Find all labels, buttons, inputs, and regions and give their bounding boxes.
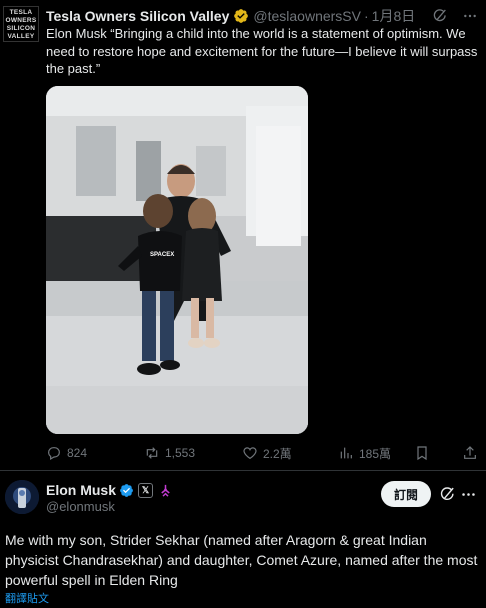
more-icon[interactable]	[460, 486, 477, 503]
bookmark-icon	[417, 446, 427, 461]
engagement-bar: 824 1,553 2.2萬 185萬	[46, 442, 478, 464]
grok-icon[interactable]	[432, 8, 448, 24]
avatar-image	[5, 480, 39, 514]
subscribe-button[interactable]: 訂閱	[381, 481, 431, 507]
author-handle[interactable]: @teslaownersSV	[253, 8, 361, 24]
verified-gold-icon	[234, 9, 249, 23]
like-count: 2.2萬	[263, 446, 292, 461]
post-photo[interactable]: SPACEX	[46, 86, 308, 434]
quoted-header: Tesla Owners Silicon Valley @teslaowners…	[46, 6, 415, 26]
share-icon	[464, 446, 476, 459]
divider	[0, 470, 486, 471]
separator-dot: ·	[363, 8, 369, 24]
grok-icon[interactable]	[439, 486, 456, 503]
more-icon[interactable]	[462, 8, 478, 24]
post-text: Me with my son, Strider Sekhar (named af…	[5, 532, 478, 588]
share-button[interactable]	[462, 445, 478, 461]
repost-count: 1,553	[165, 446, 196, 460]
translate-link[interactable]: 翻譯貼文	[5, 590, 49, 606]
quoted-tweet[interactable]: TESLA OWNERS SILICON VALLEY Tesla Owners…	[0, 0, 486, 470]
photo-scene: SPACEX	[46, 86, 308, 434]
bookmark-button[interactable]	[414, 445, 430, 461]
avatar-text-line: TESLA	[9, 8, 33, 16]
avatar[interactable]	[5, 480, 39, 514]
avatar[interactable]: TESLA OWNERS SILICON VALLEY	[3, 6, 39, 42]
spacex-symbol-icon	[161, 484, 170, 497]
quoted-text: Elon Musk “Bringing a child into the wor…	[46, 26, 478, 76]
reply-count: 824	[67, 446, 88, 460]
post-date[interactable]: 1月8日	[372, 6, 416, 26]
main-header: Elon Musk 𝕏	[46, 481, 173, 499]
avatar-text-line: VALLEY	[7, 32, 35, 40]
author-name[interactable]: Tesla Owners Silicon Valley	[46, 8, 229, 24]
repost-icon	[146, 447, 158, 459]
like-button[interactable]: 2.2萬	[242, 445, 292, 462]
author-handle[interactable]: @elonmusk	[46, 499, 115, 514]
like-icon	[243, 447, 257, 460]
avatar-text-line: SILICON	[6, 24, 36, 32]
author-name[interactable]: Elon Musk	[46, 482, 116, 498]
reply-icon	[48, 447, 60, 461]
verified-blue-icon	[120, 483, 133, 497]
reply-button[interactable]: 824	[46, 445, 87, 461]
views-icon	[340, 447, 352, 459]
avatar-text-line: OWNERS	[5, 16, 37, 24]
view-count: 185萬	[359, 446, 392, 461]
repost-button[interactable]: 1,553	[144, 445, 195, 461]
quoted-top-actions	[432, 6, 478, 26]
shirt-logo: SPACEX	[150, 252, 174, 258]
x-icon: 𝕏	[138, 482, 154, 498]
views-button[interactable]: 185萬	[338, 445, 391, 462]
